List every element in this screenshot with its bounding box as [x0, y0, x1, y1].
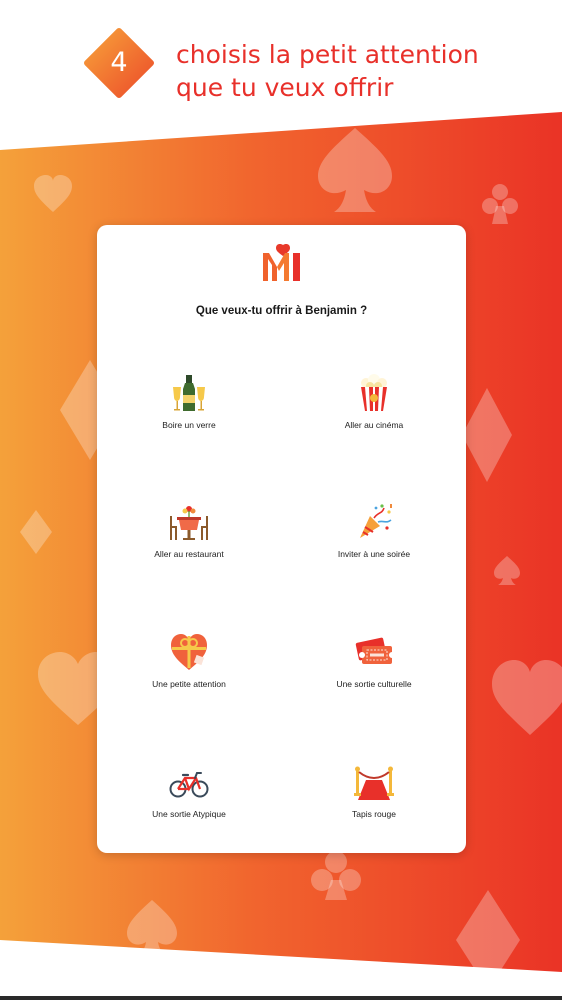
step-badge: 4: [84, 28, 154, 98]
option-label: Boire un verre: [162, 420, 216, 430]
card-question: Que veux-tu offrir à Benjamin ?: [195, 305, 368, 317]
option-une-sortie-culturelle[interactable]: Une sortie culturelle: [282, 632, 466, 732]
option-une-petite-attention[interactable]: Une petite attention: [97, 632, 281, 732]
bottom-bar: [0, 996, 562, 1000]
step-title-line1: choisis la petit attention: [176, 40, 479, 69]
option-label: Une petite attention: [152, 679, 226, 689]
mi-heart-logo: [263, 244, 300, 281]
option-tapis-rouge[interactable]: Tapis rouge: [282, 762, 466, 862]
party-popper-icon: [360, 504, 392, 538]
ticket-icon: [355, 637, 394, 664]
option-label: Aller au restaurant: [154, 549, 224, 559]
gift-heart-icon: [171, 634, 207, 670]
option-label: Tapis rouge: [352, 809, 396, 819]
option-aller-au-restaurant[interactable]: Aller au restaurant: [97, 502, 281, 602]
option-label: Une sortie culturelle: [336, 679, 412, 689]
champagne-icon: [173, 375, 205, 411]
step-title: choisis la petit attention que tu veux o…: [176, 38, 479, 104]
option-label: Aller au cinéma: [344, 420, 404, 430]
option-label: Une sortie Atypique: [152, 809, 226, 819]
step-number: 4: [110, 47, 128, 78]
option-inviter-a-une-soiree[interactable]: Inviter à une soirée: [282, 502, 466, 602]
option-une-sortie-atypique[interactable]: Une sortie Atypique: [97, 762, 281, 862]
step-title-line2: que tu veux offrir: [176, 73, 394, 102]
option-aller-au-cinema[interactable]: Aller au cinéma: [282, 373, 466, 473]
red-carpet-icon: [354, 766, 394, 800]
option-boire-un-verre[interactable]: Boire un verre: [97, 373, 281, 473]
popcorn-icon: [361, 374, 387, 411]
restaurant-icon: [170, 506, 208, 540]
step-header: 4 choisis la petit attention que tu veux…: [0, 0, 562, 130]
option-label: Inviter à une soirée: [337, 549, 411, 559]
gift-choice-card: Que veux-tu offrir à Benjamin ? Boire un…: [97, 225, 466, 853]
bicycle-icon: [169, 772, 209, 798]
